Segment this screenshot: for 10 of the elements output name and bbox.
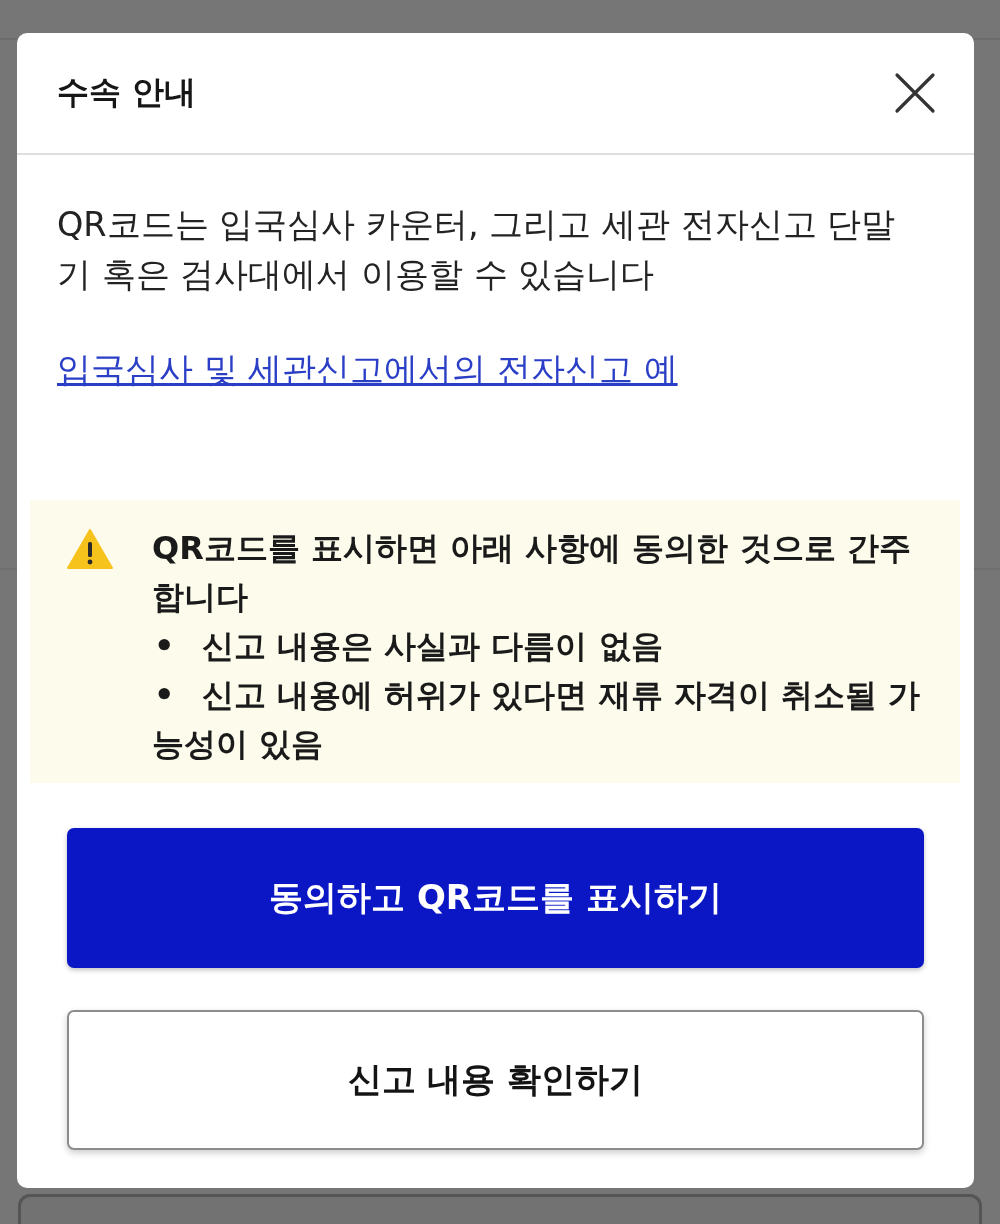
close-icon bbox=[894, 72, 936, 114]
warning-icon bbox=[67, 529, 113, 569]
check-declaration-button[interactable]: 신고 내용 확인하기 bbox=[67, 1010, 924, 1150]
bullet-item: • 신고 내용은 사실과 다름이 없음 bbox=[153, 626, 664, 667]
example-link[interactable]: 입국심사 및 세관신고에서의 전자신고 예 bbox=[57, 345, 678, 395]
info-message: QR코드는 입국심사 카운터, 그리고 세관 전자신고 단말기 혹은 검사대에서 이용할 수 있습니다 bbox=[57, 204, 897, 296]
agree-show-qr-button[interactable]: 동의하고 QR코드를 표시하기 bbox=[67, 828, 924, 968]
notice-text: QR코드를 표시하면 아래 사항에 동의한 것으로 간주합니다 bbox=[152, 528, 912, 618]
dialog-title: 수속 안내 bbox=[57, 72, 197, 113]
bullet-item: • 신고 내용에 허위가 있다면 재류 자격이 취소될 가능성이 있음 bbox=[152, 675, 921, 765]
